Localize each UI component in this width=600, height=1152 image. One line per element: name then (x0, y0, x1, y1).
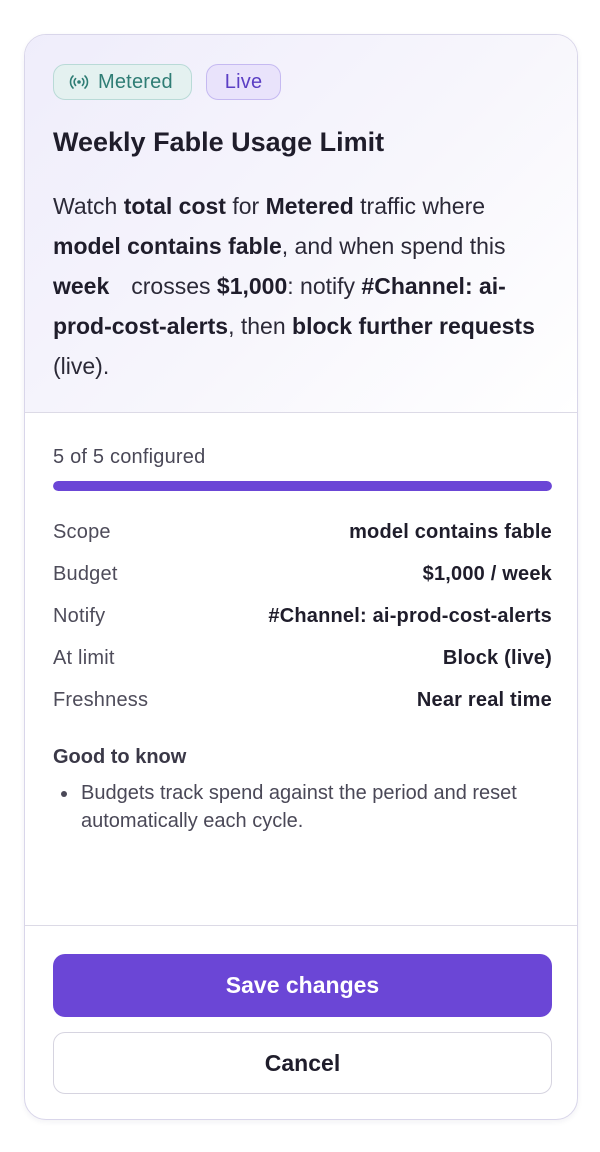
budget-rule-card: Metered Live Weekly Fable Usage Limit Wa… (24, 34, 578, 1120)
detail-row-notify: Notify #Channel: ai-prod-cost-alerts (53, 595, 552, 637)
rule-summary: Watch total cost for Metered traffic whe… (53, 186, 558, 386)
metered-badge: Metered (53, 64, 192, 100)
detail-key: Budget (53, 562, 118, 585)
detail-value: model contains fable (349, 520, 552, 543)
detail-row-freshness: Freshness Near real time (53, 679, 552, 721)
good-to-know-list: Budgets track spend against the period a… (53, 779, 552, 835)
summary-text: , and when spend this (281, 233, 506, 259)
broadcast-icon (68, 71, 90, 93)
detail-key: Notify (53, 604, 106, 627)
summary-threshold: $1,000 (216, 273, 288, 299)
summary-period: week (53, 273, 110, 299)
detail-key: Freshness (53, 688, 149, 711)
summary-text: , then (228, 313, 293, 339)
good-to-know-item: Budgets track spend against the period a… (53, 779, 552, 835)
detail-row-at-limit: At limit Block (live) (53, 637, 552, 679)
rule-title: Weekly Fable Usage Limit (53, 127, 385, 157)
detail-value: Block (live) (442, 646, 552, 669)
summary-text: Watch (53, 193, 124, 219)
detail-row-budget: Budget $1,000 / week (53, 553, 552, 595)
good-to-know-heading: Good to know (53, 746, 187, 768)
badge-group: Metered Live (53, 64, 282, 100)
detail-value: Near real time (416, 688, 552, 711)
summary-traffic-type: Metered (265, 193, 354, 219)
summary-text: crosses (131, 273, 217, 299)
detail-row-scope: Scope model contains fable (53, 511, 552, 553)
detail-key: Scope (53, 520, 111, 543)
summary-metric: total cost (123, 193, 226, 219)
cancel-button[interactable]: Cancel (53, 1032, 552, 1094)
progress-label: 5 of 5 configured (53, 446, 206, 468)
summary-text: traffic where (353, 193, 486, 219)
summary-text: : notify (287, 273, 362, 299)
save-button[interactable]: Save changes (53, 954, 552, 1017)
detail-list: Scope model contains fable Budget $1,000… (53, 511, 552, 721)
live-badge: Live (205, 64, 282, 100)
summary-text: for (225, 193, 266, 219)
progress-bar (53, 481, 552, 491)
action-footer: Save changes Cancel (25, 925, 577, 1119)
detail-value: #Channel: ai-prod-cost-alerts (268, 604, 552, 627)
rule-header: Metered Live Weekly Fable Usage Limit Wa… (25, 35, 577, 413)
progress-fill (53, 481, 552, 491)
detail-key: At limit (53, 646, 115, 669)
rule-details: 5 of 5 configured Scope model contains f… (25, 413, 577, 925)
live-badge-label: Live (224, 70, 263, 93)
summary-scope: model contains fable (53, 233, 282, 259)
summary-text: (live). (53, 353, 110, 379)
summary-action: block further requests (292, 313, 535, 339)
detail-value: $1,000 / week (422, 562, 552, 585)
metered-badge-label: Metered (98, 70, 173, 93)
